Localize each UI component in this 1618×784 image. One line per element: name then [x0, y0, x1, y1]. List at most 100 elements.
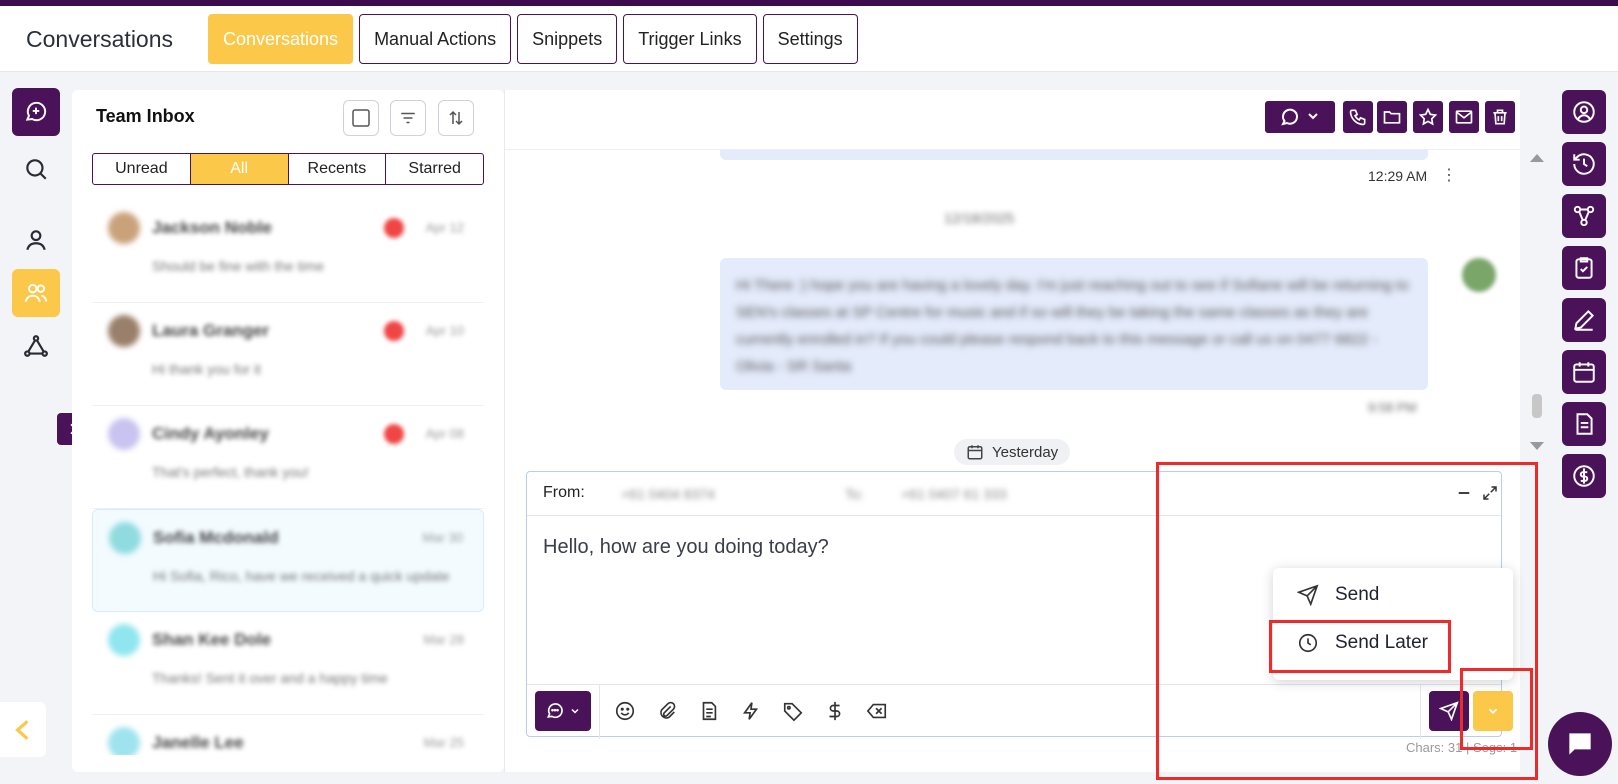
- conversation-item[interactable]: Janelle Lee Mar 25: [92, 715, 484, 755]
- attachment-icon[interactable]: [655, 699, 679, 723]
- filter-all[interactable]: All: [190, 154, 289, 184]
- conversation-date: Mar 28: [423, 632, 464, 647]
- previous-message-time: 12:29 AM: [1368, 168, 1428, 184]
- toolbar-divider: [599, 685, 600, 739]
- channel-select-button[interactable]: [535, 691, 591, 731]
- payment-icon[interactable]: [823, 699, 847, 723]
- avatar: [108, 727, 140, 755]
- scroll-down-icon[interactable]: [1530, 442, 1544, 450]
- scroll-up-icon[interactable]: [1530, 154, 1544, 162]
- conversation-preview: Hi thank you for it: [152, 361, 261, 377]
- from-number[interactable]: +61 0404 8374: [621, 486, 715, 502]
- history-icon[interactable]: [1562, 142, 1606, 186]
- conversation-date: Apr 12: [425, 220, 464, 235]
- to-label: To:: [845, 486, 864, 502]
- assign-dropdown-button[interactable]: [1265, 101, 1335, 133]
- composer-toolbar: [527, 684, 1513, 739]
- right-icon-rail: [1562, 90, 1618, 750]
- conversation-item[interactable]: Laura Granger Apr 10 Hi thank you for it: [92, 303, 484, 406]
- date-separator: 12/18/2025: [944, 210, 1015, 226]
- delete-icon[interactable]: [1485, 101, 1515, 133]
- back-button[interactable]: [0, 702, 46, 757]
- conversation-item[interactable]: Jackson Noble Apr 12 Should be fine with…: [92, 200, 484, 303]
- send-options-button[interactable]: [1473, 691, 1513, 731]
- calendar-icon: [967, 445, 983, 460]
- chat-widget-icon[interactable]: [1548, 712, 1612, 776]
- emoji-icon[interactable]: [613, 699, 637, 723]
- sort-icon[interactable]: [438, 100, 474, 136]
- conversation-name: Janelle Lee: [152, 733, 244, 752]
- documents-icon[interactable]: [1562, 402, 1606, 446]
- scrollbar-thumb[interactable]: [1532, 394, 1542, 418]
- top-bar: Conversations Conversations Manual Actio…: [0, 6, 1618, 72]
- message-bubble: Hi There :) hope you are having a lovely…: [720, 258, 1428, 390]
- conversation-list: Jackson Noble Apr 12 Should be fine with…: [92, 200, 484, 755]
- message-input[interactable]: Hello, how are you doing today?: [543, 536, 829, 559]
- character-count: Chars: 31 | Segs: 1: [1406, 740, 1518, 755]
- filter-starred[interactable]: Starred: [386, 154, 483, 184]
- unread-badge: [384, 321, 404, 341]
- email-icon[interactable]: [1449, 101, 1479, 133]
- select-all-checkbox[interactable]: [343, 100, 379, 136]
- tab-trigger-links[interactable]: Trigger Links: [623, 14, 757, 64]
- conversation-preview: Thanks! Sent it over and a happy time: [152, 670, 388, 686]
- tab-snippets[interactable]: Snippets: [517, 14, 618, 64]
- conversation-name: Sofia Mcdonald: [153, 528, 279, 547]
- calendar-icon[interactable]: [1562, 350, 1606, 394]
- message-options-icon[interactable]: ⋮: [1441, 168, 1457, 184]
- template-icon[interactable]: [697, 699, 721, 723]
- team-icon[interactable]: [12, 269, 60, 317]
- tasks-icon[interactable]: [1562, 246, 1606, 290]
- avatar: [109, 522, 141, 554]
- top-nav: Conversations Manual Actions Snippets Tr…: [208, 14, 858, 64]
- payments-icon[interactable]: [1562, 454, 1606, 498]
- menu-item-send-later[interactable]: Send Later: [1273, 620, 1513, 666]
- folder-icon[interactable]: [1377, 101, 1407, 133]
- clock-icon: [1298, 633, 1318, 653]
- search-icon[interactable]: [12, 145, 60, 193]
- contact-icon[interactable]: [12, 216, 60, 264]
- expand-icon[interactable]: [1481, 484, 1499, 502]
- toolbar-divider: [1420, 685, 1421, 739]
- send-options-menu: Send Send Later: [1273, 568, 1513, 680]
- automation-icon[interactable]: [1562, 194, 1606, 238]
- from-label: From:: [543, 484, 585, 501]
- conversation-item[interactable]: Shan Kee Dole Mar 28 Thanks! Sent it ove…: [92, 612, 484, 715]
- conversation-date: Apr 08: [425, 426, 464, 441]
- tab-conversations[interactable]: Conversations: [208, 14, 354, 64]
- previous-message-bubble: [720, 150, 1428, 160]
- avatar: [108, 418, 140, 450]
- conversation-date: Mar 25: [423, 735, 464, 750]
- filter-unread[interactable]: Unread: [93, 154, 191, 184]
- call-icon[interactable]: [1343, 101, 1373, 133]
- menu-item-send[interactable]: Send: [1273, 572, 1513, 618]
- conversation-item[interactable]: Cindy Ayonley Apr 08 That's perfect, tha…: [92, 406, 484, 509]
- unread-badge: [384, 218, 404, 238]
- conversation-preview: Should be fine with the time: [152, 258, 324, 274]
- tab-manual-actions[interactable]: Manual Actions: [359, 14, 512, 64]
- menu-caret: [1486, 672, 1502, 680]
- day-chip-label: Yesterday: [992, 443, 1059, 461]
- minimize-icon[interactable]: [1455, 484, 1473, 502]
- profile-icon[interactable]: [1562, 90, 1606, 134]
- filter-recents[interactable]: Recents: [289, 154, 387, 184]
- star-icon[interactable]: [1413, 101, 1443, 133]
- tag-icon[interactable]: [781, 699, 805, 723]
- clear-icon[interactable]: [865, 699, 889, 723]
- avatar: [108, 315, 140, 347]
- app-title: Conversations: [26, 26, 174, 52]
- conversation-name: Shan Kee Dole: [152, 630, 272, 649]
- filter-icon[interactable]: [390, 100, 426, 136]
- new-conversation-icon[interactable]: [12, 88, 60, 136]
- team-inbox-panel: Team Inbox Unread All Recents Starred Ja…: [72, 90, 504, 772]
- trigger-icon[interactable]: [739, 699, 763, 723]
- conversation-item-selected[interactable]: Sofia Mcdonald Mar 30 Hi Sofia, Rico, ha…: [92, 509, 484, 612]
- to-number[interactable]: +61 0407 61 333: [901, 486, 1007, 502]
- message-time: 9:58 PM: [1368, 400, 1417, 415]
- conversation-preview: That's perfect, thank you!: [152, 464, 309, 480]
- tab-settings[interactable]: Settings: [762, 14, 858, 64]
- workflow-icon[interactable]: [12, 322, 60, 370]
- conversation-name: Laura Granger: [152, 321, 270, 340]
- send-button[interactable]: [1429, 691, 1469, 731]
- notes-icon[interactable]: [1562, 298, 1606, 342]
